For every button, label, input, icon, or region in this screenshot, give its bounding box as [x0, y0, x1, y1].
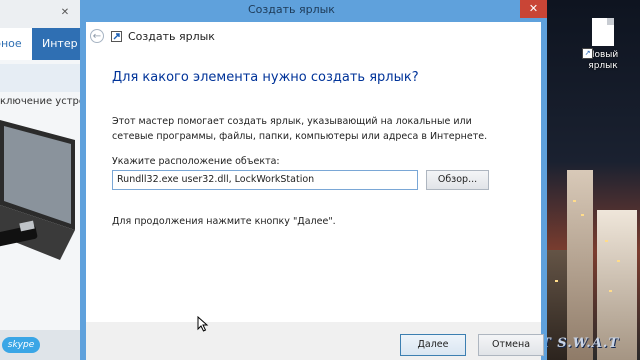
cancel-button[interactable]: Отмена — [478, 334, 544, 356]
building-window-light — [605, 240, 608, 242]
wizard-description: Этот мастер помогает создать ярлык, указ… — [112, 116, 488, 142]
site-nav-bar: рное Интер — [0, 28, 80, 60]
window-title: Создать ярлык — [248, 3, 335, 16]
browse-button[interactable]: Обзор... — [426, 170, 489, 190]
next-button[interactable]: Далее — [400, 334, 466, 356]
location-input[interactable]: Rundll32.exe user32.dll, LockWorkStation — [112, 170, 418, 190]
background-browser-window[interactable]: ✕ рное Интер ключение устро skype — [0, 0, 80, 360]
laptop-image — [0, 120, 75, 260]
building-window-light — [609, 290, 612, 292]
tab-close-icon[interactable]: ✕ — [58, 6, 72, 20]
building-window-light — [617, 260, 620, 262]
wallpaper-building — [567, 170, 593, 360]
mouse-cursor-icon — [197, 316, 209, 332]
wizard-header: ← Создать ярлык — [86, 22, 541, 52]
wizard-footer: Далее Отмена — [86, 322, 544, 360]
shortcut-arrow-icon: ↗ — [582, 48, 593, 59]
close-button[interactable]: ✕ — [520, 0, 547, 18]
browser-tab-strip: ✕ — [0, 0, 80, 28]
building-window-light — [555, 280, 558, 282]
shortcut-file-icon — [592, 18, 614, 46]
building-window-light — [581, 214, 584, 216]
shortcut-wizard-icon — [111, 31, 122, 42]
wizard-title: Создать ярлык — [128, 30, 215, 43]
continue-hint: Для продолжения нажмите кнопку "Далее". — [112, 216, 336, 227]
page-banner — [0, 64, 80, 92]
nav-item-internet[interactable]: Интер — [42, 28, 78, 60]
dialog-titlebar[interactable]: Создать ярлык ✕ — [80, 0, 547, 22]
banner-text: ключение устро — [0, 96, 80, 107]
page-heading: Для какого элемента нужно создать ярлык? — [112, 70, 419, 85]
wizard-content: Для какого элемента нужно создать ярлык?… — [86, 52, 541, 322]
desktop-icon-label-line2: ярлык — [588, 61, 618, 71]
skype-logo[interactable]: skype — [2, 337, 40, 353]
desktop-shortcut-new[interactable]: ↗ Новый ярлык — [578, 18, 628, 72]
back-arrow-icon[interactable]: ← — [90, 29, 104, 43]
location-label: Укажите расположение объекта: — [112, 156, 280, 167]
nav-item-home[interactable]: рное — [0, 28, 32, 60]
close-icon: ✕ — [528, 2, 539, 15]
building-window-light — [573, 200, 576, 202]
create-shortcut-dialog: Создать ярлык ✕ ← Создать ярлык Для како… — [80, 0, 547, 360]
